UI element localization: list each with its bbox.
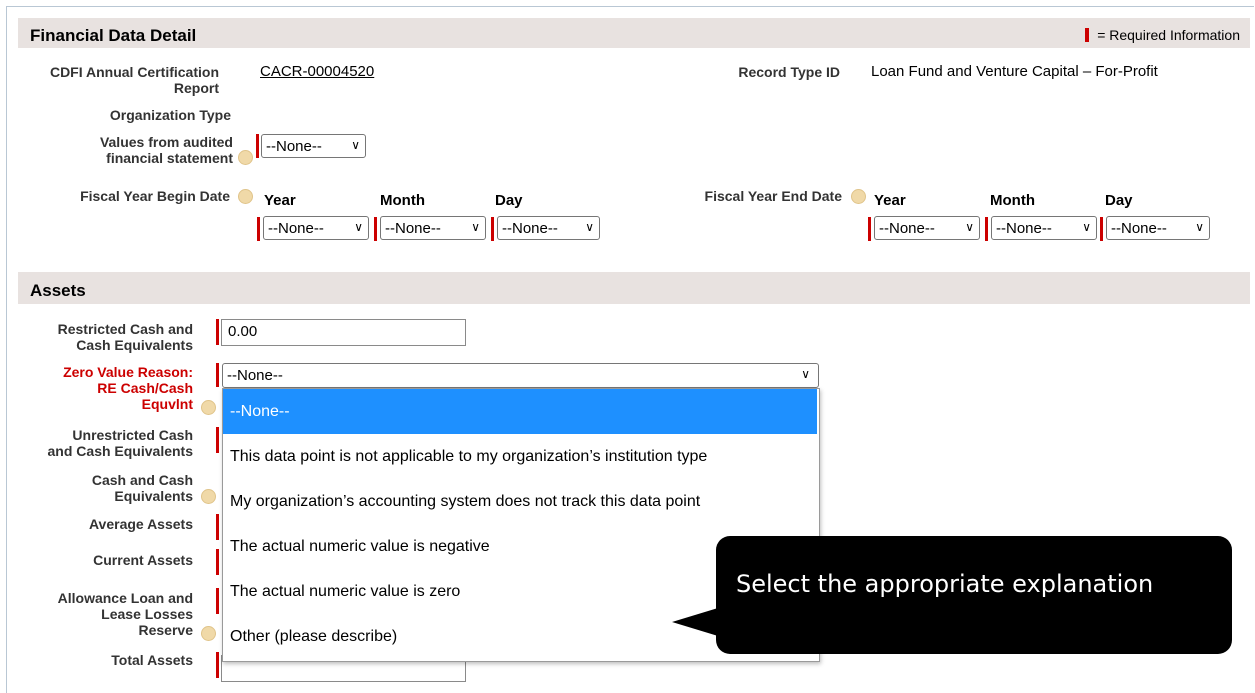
chevron-down-icon: ∨ bbox=[354, 220, 363, 234]
allowance-label: Allowance Loan and Lease Losses Reserve bbox=[57, 590, 193, 638]
help-icon[interactable] bbox=[851, 189, 866, 204]
dropdown-option[interactable]: --None-- bbox=[223, 389, 817, 434]
required-bar bbox=[1100, 217, 1103, 241]
total-assets-label: Total Assets bbox=[111, 652, 193, 668]
chevron-down-icon: ∨ bbox=[1082, 220, 1091, 234]
col-year: Year bbox=[264, 192, 296, 209]
chevron-down-icon: ∨ bbox=[965, 220, 974, 234]
required-bar bbox=[216, 652, 219, 678]
col-day: Day bbox=[495, 192, 523, 209]
required-bar bbox=[216, 319, 219, 345]
col-month: Month bbox=[380, 192, 425, 209]
dropdown-option[interactable]: This data point is not applicable to my … bbox=[223, 434, 817, 479]
org-type-label: Organization Type bbox=[109, 107, 231, 123]
fy-begin-year-select[interactable]: --None-- ∨ bbox=[263, 216, 369, 240]
fy-begin-day-select[interactable]: --None-- ∨ bbox=[497, 216, 600, 240]
required-bar bbox=[257, 217, 260, 241]
section-title: Financial Data Detail bbox=[30, 26, 197, 45]
restricted-cash-input[interactable]: 0.00 bbox=[221, 319, 466, 346]
required-legend: = Required Information bbox=[1085, 27, 1240, 43]
fy-end-month-select[interactable]: --None-- ∨ bbox=[991, 216, 1097, 240]
required-bar bbox=[216, 588, 219, 614]
record-type-value: Loan Fund and Venture Capital – For-Prof… bbox=[871, 63, 1158, 80]
chevron-down-icon: ∨ bbox=[1195, 220, 1204, 234]
help-icon[interactable] bbox=[201, 626, 216, 641]
zero-value-reason-label: Zero Value Reason: RE Cash/Cash Equvlnt bbox=[63, 364, 193, 412]
audited-select[interactable]: --None-- ∨ bbox=[261, 134, 366, 158]
required-bar bbox=[216, 363, 219, 387]
restricted-cash-label: Restricted Cash and Cash Equivalents bbox=[57, 321, 193, 353]
chevron-down-icon: ∨ bbox=[471, 220, 480, 234]
required-bar bbox=[256, 134, 259, 158]
assets-section-header: Assets bbox=[18, 272, 1250, 304]
cash-equivalents-label: Cash and Cash Equivalents bbox=[91, 472, 193, 504]
financial-section-header: Financial Data Detail = Required Informa… bbox=[18, 18, 1250, 48]
help-icon[interactable] bbox=[238, 189, 253, 204]
fy-begin-label: Fiscal Year Begin Date bbox=[80, 188, 230, 204]
required-bar bbox=[216, 549, 219, 575]
fy-begin-month-select[interactable]: --None-- ∨ bbox=[380, 216, 486, 240]
help-icon[interactable] bbox=[201, 489, 216, 504]
required-bar bbox=[374, 217, 377, 241]
fy-end-label: Fiscal Year End Date bbox=[704, 188, 842, 204]
help-icon[interactable] bbox=[238, 150, 253, 165]
cdfi-report-label: CDFI Annual Certification Report bbox=[49, 64, 219, 96]
fy-end-year-select[interactable]: --None-- ∨ bbox=[874, 216, 980, 240]
cdfi-report-link[interactable]: CACR-00004520 bbox=[260, 63, 374, 80]
required-bar bbox=[985, 217, 988, 241]
unrestricted-cash-label: Unrestricted Cash and Cash Equivalents bbox=[47, 427, 193, 459]
callout-text: Select the appropriate explanation bbox=[736, 570, 1154, 598]
average-assets-label: Average Assets bbox=[88, 516, 193, 532]
col-year: Year bbox=[874, 192, 906, 209]
audited-label: Values from audited financial statement bbox=[99, 134, 233, 166]
fy-end-day-select[interactable]: --None-- ∨ bbox=[1106, 216, 1210, 240]
chevron-down-icon: ∨ bbox=[585, 220, 594, 234]
callout-bubble: Select the appropriate explanation bbox=[672, 536, 1232, 654]
chevron-down-icon: ∨ bbox=[351, 138, 360, 152]
required-marker-icon bbox=[1085, 28, 1090, 42]
callout-pointer bbox=[672, 608, 718, 636]
required-legend-text: = Required Information bbox=[1097, 27, 1240, 43]
dropdown-option[interactable]: My organization’s accounting system does… bbox=[223, 479, 817, 524]
required-bar bbox=[216, 427, 219, 453]
required-bar bbox=[216, 514, 219, 540]
zero-value-reason-select[interactable]: --None-- ∨ bbox=[222, 363, 819, 388]
record-type-label: Record Type ID bbox=[738, 64, 840, 80]
col-month: Month bbox=[990, 192, 1035, 209]
col-day: Day bbox=[1105, 192, 1133, 209]
required-bar bbox=[868, 217, 871, 241]
required-bar bbox=[491, 217, 494, 241]
help-icon[interactable] bbox=[201, 400, 216, 415]
current-assets-label: Current Assets bbox=[93, 552, 193, 568]
section-title: Assets bbox=[30, 281, 86, 300]
chevron-down-icon: ∨ bbox=[801, 367, 810, 381]
